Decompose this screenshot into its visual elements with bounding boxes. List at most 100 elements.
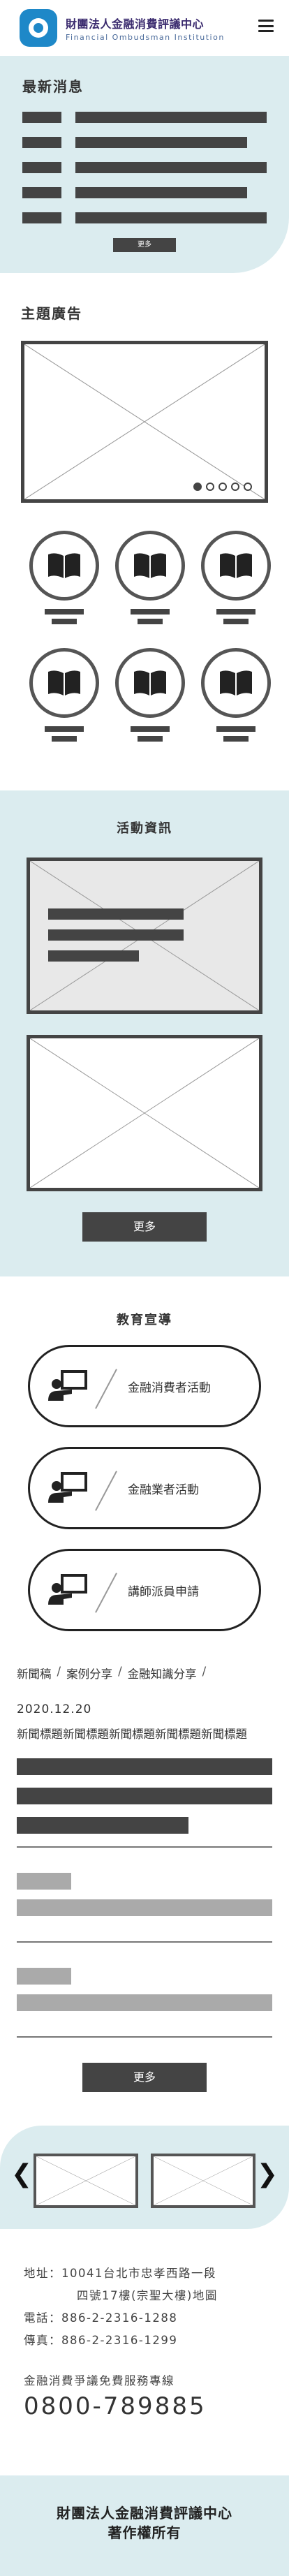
fax-number: 傳真：886-2-2316-1299 — [24, 2334, 178, 2347]
topic-item[interactable] — [193, 531, 279, 624]
topic-grid — [21, 503, 279, 742]
topic-item[interactable] — [21, 648, 107, 742]
partner-carousel: ❮ ❯ — [0, 2126, 289, 2229]
article-item[interactable] — [17, 1873, 272, 1916]
news-title-placeholder — [75, 137, 247, 148]
activity-section: 活動資訊 更多 — [0, 790, 289, 1276]
book-icon — [201, 648, 272, 718]
news-title: 最新消息 — [22, 78, 84, 95]
education-button-lecturer[interactable]: 講師派員申請 — [28, 1549, 261, 1631]
topic-item[interactable] — [107, 648, 193, 742]
placeholder-image-icon — [30, 1038, 259, 1188]
divider — [17, 1846, 272, 1848]
divider — [17, 1941, 272, 1943]
address-line: 地址：10041台北市忠孝西路一段 — [24, 2262, 289, 2285]
activity-more-button[interactable]: 更多 — [82, 1212, 207, 1242]
news-date-placeholder — [22, 112, 61, 123]
carousel-dot[interactable] — [244, 483, 252, 491]
education-button-consumer[interactable]: 金融消費者活動 — [28, 1345, 261, 1427]
address-line-2[interactable]: 四號17樓(宗聖大樓)地圖 — [24, 2285, 289, 2307]
hamburger-menu-icon[interactable] — [258, 20, 274, 32]
news-category-tabs: 新聞稿 / 案例分享 / 金融知識分享 / — [17, 1665, 207, 1681]
partner-banner[interactable] — [34, 2154, 138, 2208]
education-section: 教育宣導 金融消費者活動 金融業者活動 講師派員申請 — [0, 1276, 289, 1631]
news-date-placeholder — [22, 137, 61, 148]
page: 財團法人金融消費評議中心 Financial Ombudsman Institu… — [0, 0, 289, 2576]
news-title-placeholder — [75, 212, 267, 223]
news-list — [22, 111, 267, 224]
site-header: 財團法人金融消費評議中心 Financial Ombudsman Institu… — [0, 0, 289, 56]
ad-banner-image[interactable] — [21, 341, 268, 503]
article-excerpt — [17, 1758, 272, 1834]
logo-title-en: Financial Ombudsman Institution — [66, 32, 225, 42]
education-button-label: 金融業者活動 — [128, 1482, 199, 1497]
footer-org-name: 財團法人金融消費評議中心 — [57, 2505, 232, 2522]
chevron-left-icon[interactable]: ❮ — [11, 2162, 32, 2187]
carousel-dot[interactable] — [218, 483, 227, 491]
news-title-placeholder — [75, 187, 247, 198]
topic-item[interactable] — [107, 531, 193, 624]
address-line-1: 10041台北市忠孝西路一段 — [61, 2267, 216, 2280]
teacher-icon — [40, 1573, 96, 1607]
news-date-placeholder — [22, 187, 61, 198]
logo-text[interactable]: 財團法人金融消費評議中心 Financial Ombudsman Institu… — [66, 15, 225, 42]
activity-title: 活動資訊 — [117, 821, 172, 836]
news-item[interactable] — [22, 186, 267, 199]
news-section: 最新消息 更多 — [0, 56, 289, 273]
contact-info: 地址：10041台北市忠孝西路一段 四號17樓(宗聖大樓)地圖 電話：886-2… — [0, 2229, 289, 2418]
chevron-right-icon[interactable]: ❯ — [257, 2162, 278, 2187]
education-button-label: 金融消費者活動 — [128, 1381, 211, 1395]
site-footer: 財團法人金融消費評議中心 著作權所有 — [0, 2475, 289, 2576]
news-date-placeholder — [22, 162, 61, 173]
news-title-placeholder — [75, 112, 267, 123]
news-title-placeholder — [75, 162, 267, 173]
book-icon — [29, 531, 99, 601]
carousel-dots — [193, 483, 252, 491]
logo-title-cn: 財團法人金融消費評議中心 — [66, 17, 205, 31]
book-icon — [114, 531, 185, 601]
articles-more-button[interactable]: 更多 — [82, 2063, 207, 2092]
book-icon — [201, 531, 272, 601]
logo-icon[interactable] — [20, 9, 57, 47]
tab-financial-knowledge[interactable]: 金融知識分享 — [128, 1665, 197, 1681]
activity-card[interactable] — [27, 1035, 262, 1191]
news-item[interactable] — [22, 161, 267, 174]
carousel-dot[interactable] — [193, 483, 202, 491]
book-icon — [114, 648, 185, 718]
articles-section: 2020.12.20 新聞標題新聞標題新聞標題新聞標題新聞標題 更多 — [0, 1681, 289, 2092]
news-more-button[interactable]: 更多 — [113, 238, 176, 252]
article-title[interactable]: 新聞標題新聞標題新聞標題新聞標題新聞標題 — [17, 1725, 272, 1744]
education-button-label: 講師派員申請 — [128, 1584, 199, 1599]
placeholder-image-icon — [24, 344, 265, 499]
hotline-label: 金融消費爭議免費服務專線 — [24, 2374, 175, 2387]
activity-card-text — [48, 908, 184, 971]
activity-card[interactable] — [27, 858, 262, 1014]
article-item[interactable] — [17, 1968, 272, 2011]
education-button-industry[interactable]: 金融業者活動 — [28, 1447, 261, 1529]
address-label: 地址： — [24, 2267, 61, 2280]
topic-item[interactable] — [193, 648, 279, 742]
ads-section: 主題廣告 — [0, 273, 289, 742]
topic-item[interactable] — [21, 531, 107, 624]
placeholder-image-icon — [36, 2156, 135, 2205]
phone-number[interactable]: 電話：886-2-2316-1288 — [24, 2307, 289, 2330]
book-icon — [29, 648, 99, 718]
article-date: 2020.12.20 — [17, 1702, 92, 1716]
footer-copyright: 著作權所有 — [108, 2524, 181, 2541]
news-item[interactable] — [22, 136, 267, 149]
carousel-dot[interactable] — [231, 483, 239, 491]
education-title: 教育宣導 — [117, 1313, 172, 1327]
hotline-number[interactable]: 0800-789885 — [24, 2394, 289, 2418]
news-item[interactable] — [22, 111, 267, 124]
teacher-icon — [40, 1369, 96, 1404]
teacher-icon — [40, 1471, 96, 1506]
news-date-placeholder — [22, 212, 61, 223]
tab-case-sharing[interactable]: 案例分享 — [66, 1665, 112, 1681]
ads-title: 主題廣告 — [21, 305, 82, 322]
tab-press-release[interactable]: 新聞稿 — [17, 1665, 52, 1681]
news-item[interactable] — [22, 212, 267, 224]
divider — [17, 2036, 272, 2038]
partner-banner[interactable] — [151, 2154, 255, 2208]
carousel-dot[interactable] — [206, 483, 214, 491]
placeholder-image-icon — [154, 2156, 253, 2205]
